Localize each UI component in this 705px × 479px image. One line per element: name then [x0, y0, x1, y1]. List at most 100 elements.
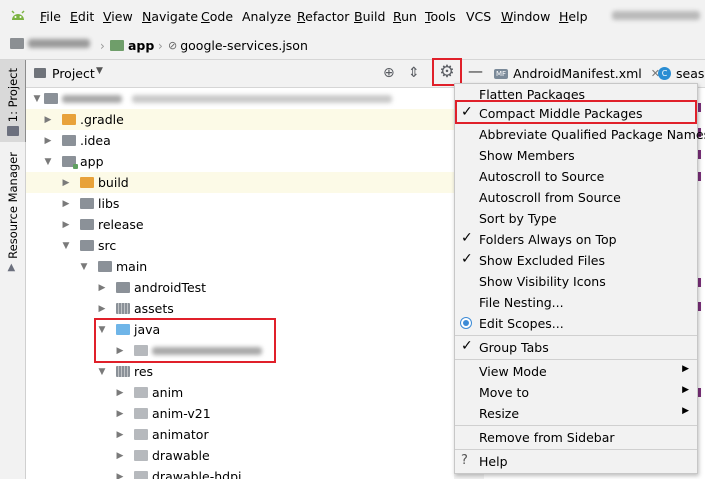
chevron-down-icon[interactable]: ▼: [97, 367, 107, 377]
tree-row-drawable-hdpi[interactable]: ▶ drawable-hdpi: [26, 466, 454, 479]
menu-window[interactable]: Window: [501, 9, 550, 24]
chevron-right-icon[interactable]: ▶: [61, 178, 71, 188]
chevron-right-icon[interactable]: ▶: [43, 115, 53, 125]
tree-row-label: build: [98, 175, 129, 190]
tree-row-assets[interactable]: ▶ assets: [26, 298, 454, 319]
tree-row-drawable[interactable]: ▶ drawable: [26, 445, 454, 466]
menu-item-abbreviate-qualified-package-names[interactable]: Abbreviate Qualified Package Names: [455, 124, 705, 145]
chevron-down-icon[interactable]: ▼: [96, 66, 103, 76]
menu-item-view-mode[interactable]: View Mode ▶: [455, 361, 697, 382]
tree-row-label: assets: [134, 301, 174, 316]
project-name-redacted: [28, 39, 90, 48]
breadcrumb-separator-icon: ›: [100, 39, 105, 53]
chevron-right-icon[interactable]: ▶: [97, 283, 107, 293]
menu-run[interactable]: Run: [393, 9, 417, 24]
chevron-down-icon[interactable]: ▼: [32, 94, 42, 104]
scope-radio-icon: [460, 317, 472, 329]
menu-code[interactable]: Code: [201, 9, 233, 24]
folder-icon: [44, 93, 58, 104]
collapse-all-icon[interactable]: ⇕: [408, 65, 420, 81]
chevron-right-icon[interactable]: ▶: [115, 388, 125, 398]
menu-analyze[interactable]: Analyze: [242, 9, 291, 24]
project-name-redacted: [62, 95, 122, 103]
chevron-right-icon[interactable]: ▶: [61, 220, 71, 230]
class-file-icon: C: [658, 67, 671, 80]
menu-help[interactable]: Help: [559, 9, 588, 24]
chevron-right-icon[interactable]: ▶: [61, 199, 71, 209]
menu-refactor[interactable]: Refactor: [297, 9, 349, 24]
menu-vcs[interactable]: VCS: [466, 9, 491, 24]
chevron-right-icon[interactable]: ▶: [115, 409, 125, 419]
menu-view[interactable]: View: [103, 9, 133, 24]
menu-tools[interactable]: Tools: [425, 9, 456, 24]
chevron-down-icon[interactable]: ▼: [61, 241, 71, 251]
tree-row-build[interactable]: ▶ build: [26, 172, 454, 193]
tree-row-main[interactable]: ▼ main: [26, 256, 454, 277]
tree-row-label: anim-v21: [152, 406, 211, 421]
menu-item-show-visibility-icons[interactable]: Show Visibility Icons: [455, 271, 697, 292]
tab-android-manifest[interactable]: MF AndroidManifest.xml ✕: [494, 66, 660, 81]
menu-item-compact-middle-packages[interactable]: ✓ Compact Middle Packages: [455, 100, 697, 124]
menu-item-label: Show Members: [479, 148, 575, 163]
chevron-right-icon[interactable]: ▶: [115, 451, 125, 461]
breadcrumb-project[interactable]: [10, 38, 90, 49]
check-icon: ✓: [461, 338, 473, 354]
menu-item-move-to[interactable]: Move to ▶: [455, 382, 697, 403]
menu-item-remove-from-sidebar[interactable]: Remove from Sidebar: [455, 427, 697, 448]
menu-item-label: File Nesting...: [479, 295, 564, 310]
tree-row-label: src: [98, 238, 117, 253]
tree-row-idea[interactable]: ▶ .idea: [26, 130, 454, 151]
resources-folder-icon: [116, 366, 130, 377]
tree-row-anim[interactable]: ▶ anim: [26, 382, 454, 403]
menu-separator: [455, 425, 697, 426]
menu-item-help[interactable]: ? Help: [455, 451, 697, 472]
breadcrumb-module[interactable]: app: [110, 38, 154, 53]
chevron-down-icon[interactable]: ▼: [43, 157, 53, 167]
tree-row-project-root[interactable]: ▼: [26, 88, 454, 109]
tab-resource-manager[interactable]: Resource Manager ▲: [0, 152, 25, 276]
menu-item-autoscroll-to-source[interactable]: Autoscroll to Source: [455, 166, 697, 187]
menu-file[interactable]: File: [40, 9, 61, 24]
folder-icon: [134, 429, 148, 440]
tree-row-res[interactable]: ▼ res: [26, 361, 454, 382]
menu-item-autoscroll-from-source[interactable]: Autoscroll from Source: [455, 187, 697, 208]
menu-item-label: Sort by Type: [479, 211, 557, 226]
hide-panel-icon[interactable]: —: [468, 62, 483, 80]
tree-row-label: .idea: [80, 133, 111, 148]
tree-row-release[interactable]: ▶ release: [26, 214, 454, 235]
folder-icon: [62, 135, 76, 146]
menu-item-file-nesting[interactable]: File Nesting...: [455, 292, 697, 313]
project-tree[interactable]: ▼ ▶ .gradle ▶ .idea ▼ app ▶ build ▶ libs…: [26, 88, 454, 479]
tree-row-anim-v21[interactable]: ▶ anim-v21: [26, 403, 454, 424]
tree-row-gradle[interactable]: ▶ .gradle: [26, 109, 454, 130]
tree-row-android-test[interactable]: ▶ androidTest: [26, 277, 454, 298]
menu-item-sort-by-type[interactable]: Sort by Type: [455, 208, 697, 229]
tree-row-src[interactable]: ▼ src: [26, 235, 454, 256]
chevron-right-icon[interactable]: ▶: [97, 304, 107, 314]
menu-item-resize[interactable]: Resize ▶: [455, 403, 697, 424]
breadcrumb-file[interactable]: ⊘ google-services.json: [168, 38, 308, 53]
chevron-right-icon[interactable]: ▶: [43, 136, 53, 146]
tab-season-class[interactable]: Cseaso: [658, 66, 705, 81]
tree-row-animator[interactable]: ▶ animator: [26, 424, 454, 445]
chevron-down-icon[interactable]: ▼: [79, 262, 89, 272]
chevron-right-icon[interactable]: ▶: [115, 472, 125, 479]
locate-target-icon[interactable]: ⊕: [383, 65, 395, 81]
chevron-right-icon[interactable]: ▶: [115, 430, 125, 440]
tab-project[interactable]: 1: Project: [0, 60, 27, 142]
menu-item-edit-scopes[interactable]: Edit Scopes...: [455, 313, 697, 334]
tab-resource-manager-label: Resource Manager: [5, 152, 20, 259]
breadcrumb-separator-icon: ›: [158, 39, 163, 53]
menu-edit[interactable]: Edit: [70, 9, 94, 24]
menu-navigate[interactable]: Navigate: [142, 9, 198, 24]
menu-item-show-excluded-files[interactable]: ✓ Show Excluded Files: [455, 250, 697, 271]
project-folder-icon: [6, 126, 19, 137]
tree-row-app[interactable]: ▼ app: [26, 151, 454, 172]
menu-item-show-members[interactable]: Show Members: [455, 145, 697, 166]
menu-item-folders-always-on-top[interactable]: ✓ Folders Always on Top: [455, 229, 697, 250]
tree-row-libs[interactable]: ▶ libs: [26, 193, 454, 214]
menu-item-group-tabs[interactable]: ✓ Group Tabs: [455, 337, 697, 358]
project-view-selector[interactable]: Project: [52, 66, 95, 81]
gear-icon[interactable]: ⚙: [432, 58, 462, 86]
menu-build[interactable]: Build: [354, 9, 385, 24]
